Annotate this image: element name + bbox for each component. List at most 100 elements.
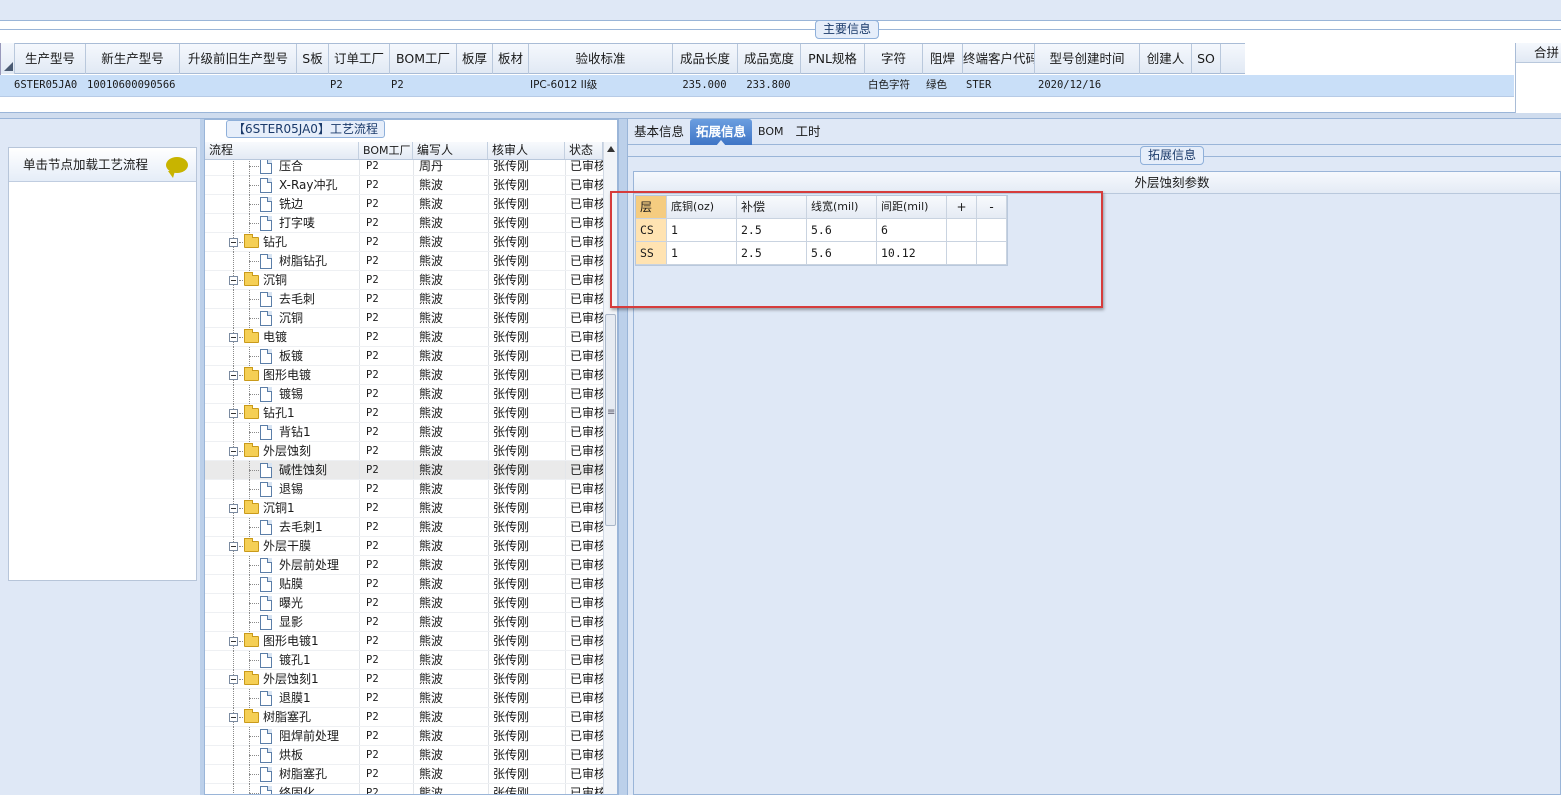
column-header[interactable]: SO [1192, 44, 1221, 74]
writer-cell[interactable]: 熊波 [413, 195, 488, 213]
tree-node-cell[interactable]: 退锡 [205, 480, 359, 499]
tree-node-cell[interactable]: 树脂钻孔 [205, 252, 359, 271]
reviewer-cell[interactable]: 张传刚 [488, 632, 565, 650]
writer-cell[interactable]: 熊波 [413, 556, 488, 574]
status-cell[interactable]: 已审核 [565, 252, 603, 270]
tree-node-cell[interactable]: 沉铜 [205, 271, 359, 290]
status-cell[interactable]: 已审核 [565, 613, 603, 631]
tree-folder-row[interactable]: 钻孔1 P2 熊波 张传刚 已审核 [205, 404, 603, 423]
tree-step-row[interactable]: 打字唛 P2 熊波 张传刚 已审核 [205, 214, 603, 233]
tab-extended-info[interactable]: 拓展信息 [690, 119, 753, 146]
writer-cell[interactable]: 熊波 [413, 594, 488, 612]
status-cell[interactable]: 已审核 [565, 784, 603, 794]
bom-factory-cell[interactable]: P2 [359, 575, 413, 593]
status-cell[interactable]: 已审核 [565, 499, 603, 517]
grid-cell[interactable] [179, 75, 296, 96]
status-cell[interactable]: 已审核 [565, 366, 603, 384]
column-header[interactable]: 验收标准 [529, 44, 673, 74]
bom-factory-cell[interactable]: P2 [359, 784, 413, 794]
writer-cell[interactable]: 熊波 [413, 271, 488, 289]
tree-node-cell[interactable]: 沉铜1 [205, 499, 359, 518]
tree-folder-row[interactable]: 外层干膜 P2 熊波 张传刚 已审核 [205, 537, 603, 556]
reviewer-cell[interactable]: 张传刚 [488, 385, 565, 403]
tree-node-cell[interactable]: 终固化 [205, 784, 359, 794]
bom-factory-cell[interactable]: P2 [359, 765, 413, 783]
writer-cell[interactable]: 熊波 [413, 233, 488, 251]
tree-node-cell[interactable]: 烘板 [205, 746, 359, 765]
collapse-toggle-icon[interactable] [229, 333, 238, 342]
tree-column-header[interactable]: 流程 [205, 142, 359, 159]
reviewer-cell[interactable]: 张传刚 [488, 195, 565, 213]
column-header[interactable]: 生产型号 [15, 44, 86, 74]
scroll-thumb[interactable] [605, 314, 616, 526]
tree-step-row[interactable]: 板镀 P2 熊波 张传刚 已审核 [205, 347, 603, 366]
status-cell[interactable]: 已审核 [565, 404, 603, 422]
bom-factory-cell[interactable]: P2 [359, 328, 413, 346]
status-cell[interactable]: 已审核 [565, 290, 603, 308]
bom-factory-cell[interactable]: P2 [359, 214, 413, 232]
writer-cell[interactable]: 熊波 [413, 480, 488, 498]
reviewer-cell[interactable]: 张传刚 [488, 461, 565, 479]
bom-factory-cell[interactable]: P2 [359, 670, 413, 688]
tree-node-cell[interactable]: 钻孔 [205, 233, 359, 252]
column-header[interactable]: 字符 [865, 44, 923, 74]
reviewer-cell[interactable]: 张传刚 [488, 594, 565, 612]
tree-folder-row[interactable]: 沉铜 P2 熊波 张传刚 已审核 [205, 271, 603, 290]
writer-cell[interactable]: 熊波 [413, 765, 488, 783]
column-header[interactable]: 创建人 [1140, 44, 1192, 74]
bom-factory-cell[interactable]: P2 [359, 480, 413, 498]
column-header[interactable]: 成品宽度 [738, 44, 801, 74]
reviewer-cell[interactable]: 张传刚 [488, 575, 565, 593]
tree-node-cell[interactable]: 钻孔1 [205, 404, 359, 423]
writer-cell[interactable]: 熊波 [413, 385, 488, 403]
status-cell[interactable]: 已审核 [565, 233, 603, 251]
tree-node-cell[interactable]: X-Ray冲孔 [205, 176, 359, 195]
status-cell[interactable]: 已审核 [565, 423, 603, 441]
reviewer-cell[interactable]: 张传刚 [488, 423, 565, 441]
collapse-toggle-icon[interactable] [229, 504, 238, 513]
reviewer-cell[interactable]: 张传刚 [488, 499, 565, 517]
tree-step-row[interactable]: 去毛刺1 P2 熊波 张传刚 已审核 [205, 518, 603, 537]
tree-step-row[interactable]: 阻焊前处理 P2 熊波 张传刚 已审核 [205, 727, 603, 746]
collapse-toggle-icon[interactable] [229, 238, 238, 247]
reviewer-cell[interactable]: 张传刚 [488, 366, 565, 384]
bom-factory-cell[interactable]: P2 [359, 708, 413, 726]
tree-column-header[interactable]: BOM工厂 [359, 142, 413, 159]
column-header[interactable]: 新生产型号 [86, 44, 180, 74]
grid-cell[interactable]: IPC-6012 II级 [528, 75, 672, 96]
reviewer-cell[interactable]: 张传刚 [488, 670, 565, 688]
tree-step-row[interactable]: 铣边 P2 熊波 张传刚 已审核 [205, 195, 603, 214]
main-grid-selected-row[interactable]: 6STER05JA0 10010600090566 P2 P2 IPC-6012 II级… [0, 75, 1514, 97]
grid-cell[interactable]: 白色字符 [864, 75, 922, 96]
writer-cell[interactable]: 熊波 [413, 366, 488, 384]
tree-node-cell[interactable]: 外层前处理 [205, 556, 359, 575]
status-cell[interactable]: 已审核 [565, 328, 603, 346]
tree-node-cell[interactable]: 图形电镀1 [205, 632, 359, 651]
writer-cell[interactable]: 熊波 [413, 651, 488, 669]
grid-cell[interactable] [492, 75, 528, 96]
tree-node-cell[interactable]: 去毛刺1 [205, 518, 359, 537]
writer-cell[interactable]: 周丹 [413, 160, 488, 175]
tree-step-row[interactable]: 树脂钻孔 P2 熊波 张传刚 已审核 [205, 252, 603, 271]
bom-factory-cell[interactable]: P2 [359, 347, 413, 365]
status-cell[interactable]: 已审核 [565, 651, 603, 669]
bom-factory-cell[interactable]: P2 [359, 195, 413, 213]
column-header[interactable]: 阻焊 [923, 44, 963, 74]
column-header[interactable]: PNL规格 [801, 44, 865, 74]
bom-factory-cell[interactable]: P2 [359, 423, 413, 441]
writer-cell[interactable]: 熊波 [413, 613, 488, 631]
tree-node-cell[interactable]: 背钻1 [205, 423, 359, 442]
writer-cell[interactable]: 熊波 [413, 518, 488, 536]
tree-step-row[interactable]: 曝光 P2 熊波 张传刚 已审核 [205, 594, 603, 613]
collapse-toggle-icon[interactable] [229, 542, 238, 551]
tree-column-header[interactable]: 编写人 [413, 142, 488, 159]
tree-node-cell[interactable]: 树脂塞孔 [205, 765, 359, 784]
writer-cell[interactable]: 熊波 [413, 670, 488, 688]
tree-node-cell[interactable]: 电镀 [205, 328, 359, 347]
tree-step-row[interactable]: 外层前处理 P2 熊波 张传刚 已审核 [205, 556, 603, 575]
column-header[interactable]: BOM工厂 [390, 44, 457, 74]
status-cell[interactable]: 已审核 [565, 271, 603, 289]
grid-cell[interactable]: P2 [328, 75, 389, 96]
reviewer-cell[interactable]: 张传刚 [488, 328, 565, 346]
tree-step-row[interactable]: 碱性蚀刻 P2 熊波 张传刚 已审核 [205, 461, 603, 480]
